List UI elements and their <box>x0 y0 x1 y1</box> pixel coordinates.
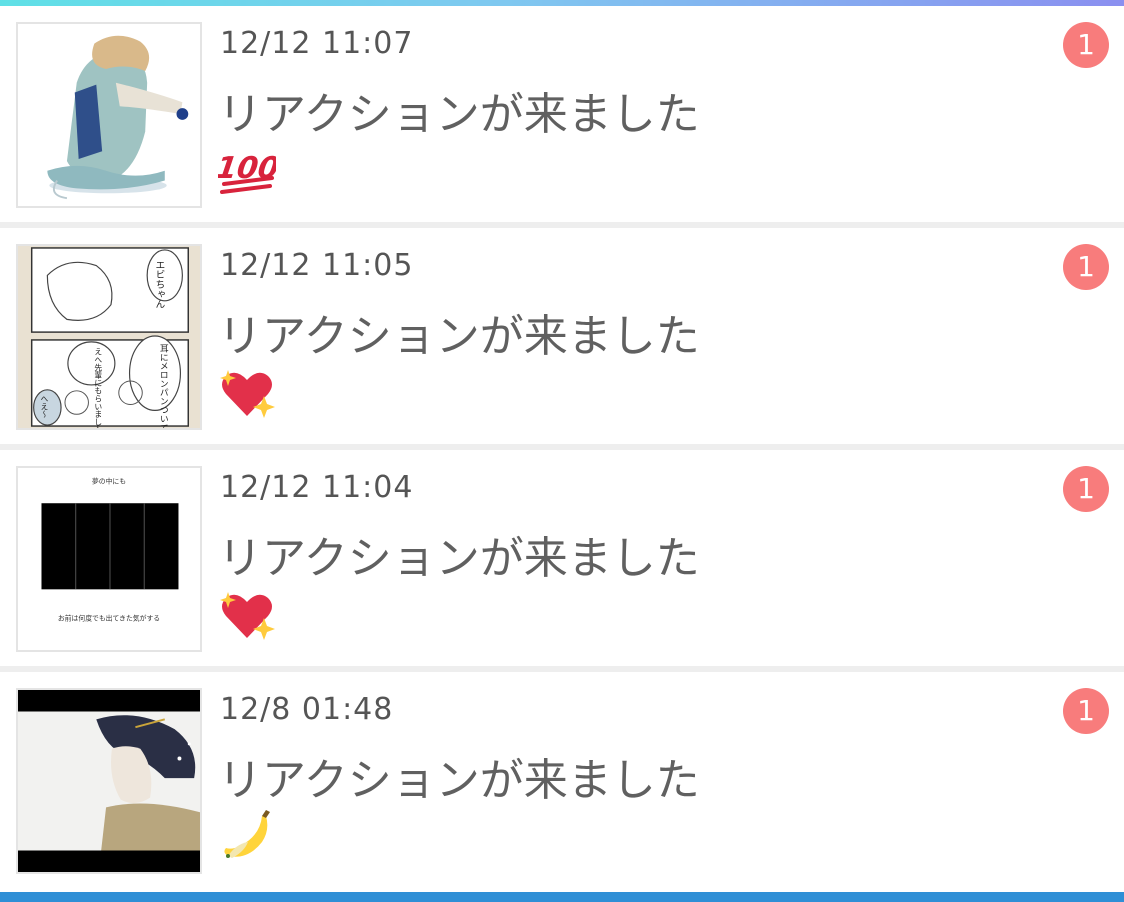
comic-bubble-text: えへ先輩にもらいました <box>94 348 103 428</box>
notification-title: リアクションが来ました <box>218 533 700 584</box>
notification-item[interactable]: 夢の中にも お前は何度でも出てきた気がする 12/12 11:04 リアクション… <box>0 450 1124 672</box>
sparkling-heart-icon <box>218 586 276 644</box>
post-thumbnail[interactable]: 夢の中にも お前は何度でも出てきた気がする <box>16 466 202 652</box>
text-page-image: 夢の中にも お前は何度でも出てきた気がする <box>18 468 200 650</box>
comic-bubble-text: へえ～ <box>40 395 49 419</box>
banana-icon <box>218 808 276 866</box>
unread-count-badge: 1 <box>1063 466 1109 512</box>
unread-count-badge: 1 <box>1063 688 1109 734</box>
comic-bubble-text: エビちゃん <box>153 260 165 309</box>
notification-title: リアクションが来ました <box>218 311 700 362</box>
illustration-portrait <box>18 690 200 872</box>
unread-count-badge: 1 <box>1063 244 1109 290</box>
post-thumbnail[interactable] <box>16 22 202 208</box>
sparkling-heart-icon <box>218 364 276 422</box>
bottom-accent-bar <box>0 892 1124 902</box>
notification-item[interactable]: エビちゃん 耳にメロンパンついてんね えへ先輩にもらいました へえ～ 12/12… <box>0 228 1124 450</box>
comic-page-image: エビちゃん 耳にメロンパンついてんね えへ先輩にもらいました へえ～ <box>18 246 200 428</box>
notification-time: 12/12 11:04 <box>220 470 414 505</box>
notification-time: 12/12 11:07 <box>220 26 414 61</box>
illustration-two-characters <box>18 24 200 206</box>
post-thumbnail[interactable] <box>16 688 202 874</box>
post-thumbnail[interactable]: エビちゃん 耳にメロンパンついてんね えへ先輩にもらいました へえ～ <box>16 244 202 430</box>
hundred-points-icon: 100 <box>218 142 276 200</box>
notification-item[interactable]: 12/12 11:07 リアクションが来ました 100 1 <box>0 6 1124 228</box>
notification-title: リアクションが来ました <box>218 89 700 140</box>
notification-item[interactable]: 12/8 01:48 リアクションが来ました 1 <box>0 672 1124 888</box>
comic-bubble-text: 耳にメロンパンついてんね <box>158 344 168 428</box>
page-caption-text: お前は何度でも出てきた気がする <box>58 614 160 623</box>
page-title-text: 夢の中にも <box>92 477 126 486</box>
notification-title: リアクションが来ました <box>218 755 700 806</box>
notification-list: 12/12 11:07 リアクションが来ました 100 1 エビちゃん 耳にメロ… <box>0 6 1124 888</box>
notification-time: 12/12 11:05 <box>220 248 414 283</box>
notification-time: 12/8 01:48 <box>220 692 394 727</box>
unread-count-badge: 1 <box>1063 22 1109 68</box>
